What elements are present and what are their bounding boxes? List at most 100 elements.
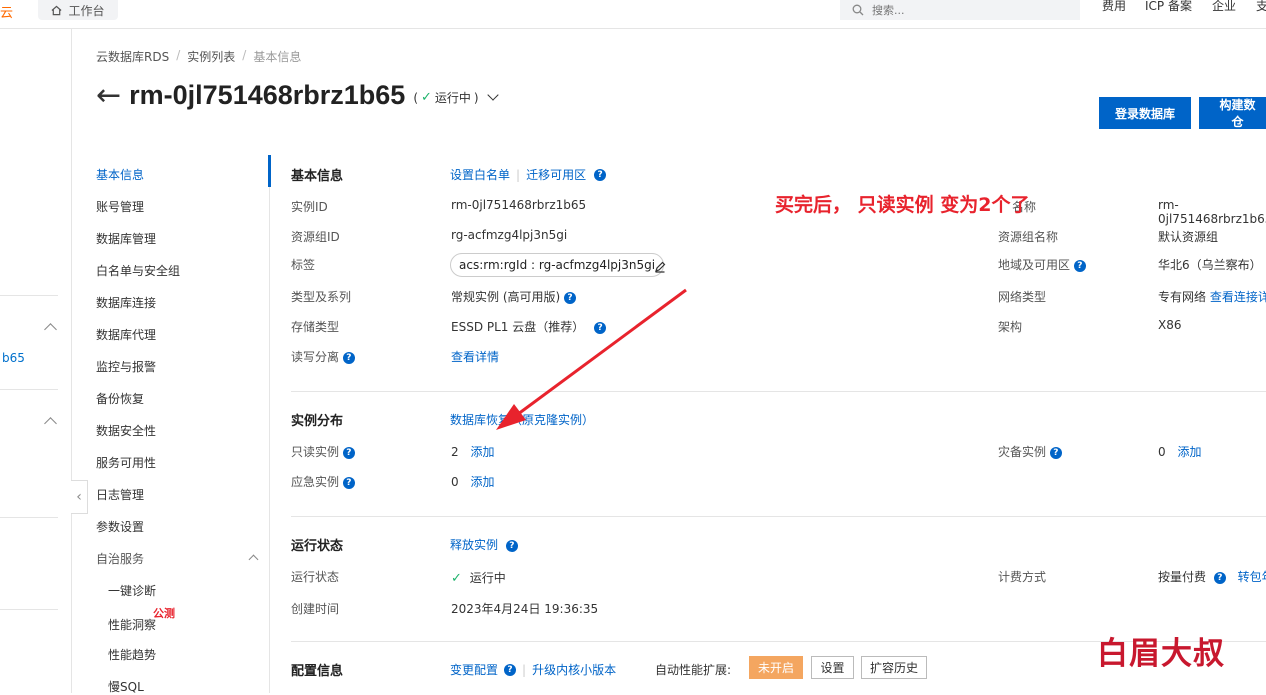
set-whitelist-link[interactable]: 设置白名单 [450, 166, 510, 183]
nav-monitoring[interactable]: 监控与报警 [96, 358, 156, 375]
release-actions: 释放实例 ? [450, 536, 518, 553]
status-badge: ( ✓ 运行中 ) [413, 90, 479, 105]
search-input[interactable] [872, 3, 1052, 17]
topnav-icp[interactable]: ICP 备案 [1145, 0, 1192, 14]
divider [0, 609, 58, 610]
field-label: 资源组ID [291, 230, 340, 244]
instance-title: rm-0jl751468rbrz1b65 [129, 80, 406, 110]
search-icon [852, 4, 864, 16]
chevron-up-icon[interactable] [248, 554, 259, 565]
help-icon[interactable]: ? [342, 351, 355, 364]
edit-icon[interactable] [654, 261, 666, 273]
login-database-button[interactable]: 登录数据库 [1099, 97, 1191, 129]
topnav-enterprise[interactable]: 企业 [1212, 0, 1236, 14]
divider [0, 517, 58, 518]
nav-availability[interactable]: 服务可用性 [96, 454, 156, 471]
section-divider [291, 516, 1266, 517]
tag-chip[interactable]: acs:rm:rgId : rg-acfmzg4lpj3n5gi [450, 253, 665, 277]
created-time-value: 2023年4月24日 19:36:35 [451, 602, 599, 616]
annotation-text: 买完后， 只读实例 变为2个了 [775, 194, 1030, 216]
field-value: rm-0jl751468rbrz1b65 [1158, 198, 1266, 226]
check-icon: ✓ [451, 571, 462, 586]
global-search[interactable] [840, 0, 1080, 20]
nav-autonomy[interactable]: 自治服务 [96, 550, 144, 567]
topnav-fees[interactable]: 费用 [1102, 0, 1126, 14]
help-icon[interactable]: ? [505, 539, 518, 552]
breadcrumb: 云数据库RDS / 实例列表 / 基本信息 [96, 48, 302, 65]
chevron-up-icon[interactable] [44, 417, 57, 430]
build-warehouse-button[interactable]: 构建数仓 [1199, 97, 1266, 129]
field-value: rg-acfmzg4lpj3n5gi [451, 228, 568, 242]
breadcrumb-instance-list[interactable]: 实例列表 [187, 48, 235, 65]
help-icon[interactable]: ? [342, 476, 355, 489]
add-emergency-link[interactable]: 添加 [470, 475, 494, 489]
section-title-distribution: 实例分布 [291, 414, 344, 429]
nav-proxy[interactable]: 数据库代理 [96, 326, 156, 343]
instance-fragment[interactable]: b65 [2, 351, 25, 365]
chevron-down-icon[interactable] [486, 88, 499, 101]
field-label: 类型及系列 [291, 290, 352, 304]
back-arrow-icon[interactable]: ← [96, 80, 121, 111]
section-title-basic: 基本信息 [291, 169, 344, 184]
watermark: 白眉大叔 [1097, 636, 1225, 672]
field-label: 实例ID [291, 200, 328, 214]
help-icon[interactable]: ? [594, 168, 607, 181]
field-label: 存储类型 [291, 320, 340, 334]
nav-diagnosis[interactable]: 一键诊断 [108, 582, 156, 599]
section-title-running: 运行状态 [291, 539, 344, 554]
nav-connection[interactable]: 数据库连接 [96, 294, 156, 311]
field-label: 地域及可用区 ? [998, 256, 1086, 273]
change-config-link[interactable]: 变更配置 [450, 661, 498, 678]
release-instance-link[interactable]: 释放实例 [450, 538, 498, 552]
add-readonly-link[interactable]: 添加 [470, 445, 494, 459]
field-label: 标签 [291, 258, 316, 272]
help-icon[interactable]: ? [1073, 259, 1086, 272]
config-actions: 变更配置 ? | 升级内核小版本 [450, 661, 617, 678]
upgrade-kernel-link[interactable]: 升级内核小版本 [532, 661, 616, 678]
breadcrumb-current: 基本信息 [253, 50, 302, 64]
field-label: 运行状态 [291, 570, 340, 584]
nav-security[interactable]: 数据安全性 [96, 422, 156, 439]
running-status-value: ✓ 运行中 [451, 571, 506, 586]
nav-databases[interactable]: 数据库管理 [96, 230, 156, 247]
help-icon[interactable]: ? [1213, 571, 1226, 584]
field-value: X86 [1158, 318, 1182, 332]
nav-logs[interactable]: 日志管理 [96, 486, 144, 503]
logo[interactable]: 云 [0, 2, 13, 21]
field-label: 只读实例 ? [291, 443, 355, 460]
switch-subscription-link[interactable]: 转包年 [1238, 570, 1266, 584]
help-icon[interactable]: ? [1049, 446, 1062, 459]
breadcrumb-rds[interactable]: 云数据库RDS [96, 48, 169, 65]
workbench-button[interactable]: 工作台 [38, 0, 118, 20]
nav-performance-trend[interactable]: 性能趋势 [108, 646, 156, 663]
help-icon[interactable]: ? [342, 446, 355, 459]
disaster-count: 0 添加 [1158, 445, 1202, 459]
nav-whitelist[interactable]: 白名单与安全组 [96, 262, 180, 279]
settings-button[interactable]: 设置 [811, 656, 854, 679]
chevron-up-icon[interactable] [44, 323, 57, 336]
divider [0, 389, 58, 390]
scale-history-button[interactable]: 扩容历史 [861, 656, 927, 679]
nav-slow-sql[interactable]: 慢SQL [108, 678, 144, 695]
nav-backup[interactable]: 备份恢复 [96, 390, 144, 407]
workbench-label: 工作台 [68, 3, 105, 18]
topnav-support[interactable]: 支 [1256, 0, 1266, 14]
divider [0, 295, 58, 296]
check-icon: ✓ [421, 90, 432, 105]
field-value: 默认资源组 [1158, 230, 1219, 244]
field-label: 资源组名称 [998, 230, 1059, 244]
collapse-sidebar-button[interactable]: ‹ [71, 480, 88, 514]
nav-parameters[interactable]: 参数设置 [96, 518, 144, 535]
nav-performance-insight[interactable]: 性能洞察 [108, 616, 156, 633]
nav-basic-info[interactable]: 基本信息 [96, 166, 144, 183]
nav-accounts[interactable]: 账号管理 [96, 198, 144, 215]
section-title-config: 配置信息 [291, 664, 344, 679]
add-disaster-link[interactable]: 添加 [1177, 445, 1201, 459]
auto-scale-status-badge: 未开启 [749, 656, 803, 679]
help-icon[interactable]: ? [504, 663, 517, 676]
readonly-count: 2 添加 [451, 445, 495, 459]
field-label: 计费方式 [998, 570, 1047, 584]
view-connection-link[interactable]: 查看连接详 [1210, 290, 1266, 304]
chevron-left-icon: ‹ [76, 489, 82, 505]
migrate-zone-link[interactable]: 迁移可用区 [526, 166, 586, 183]
